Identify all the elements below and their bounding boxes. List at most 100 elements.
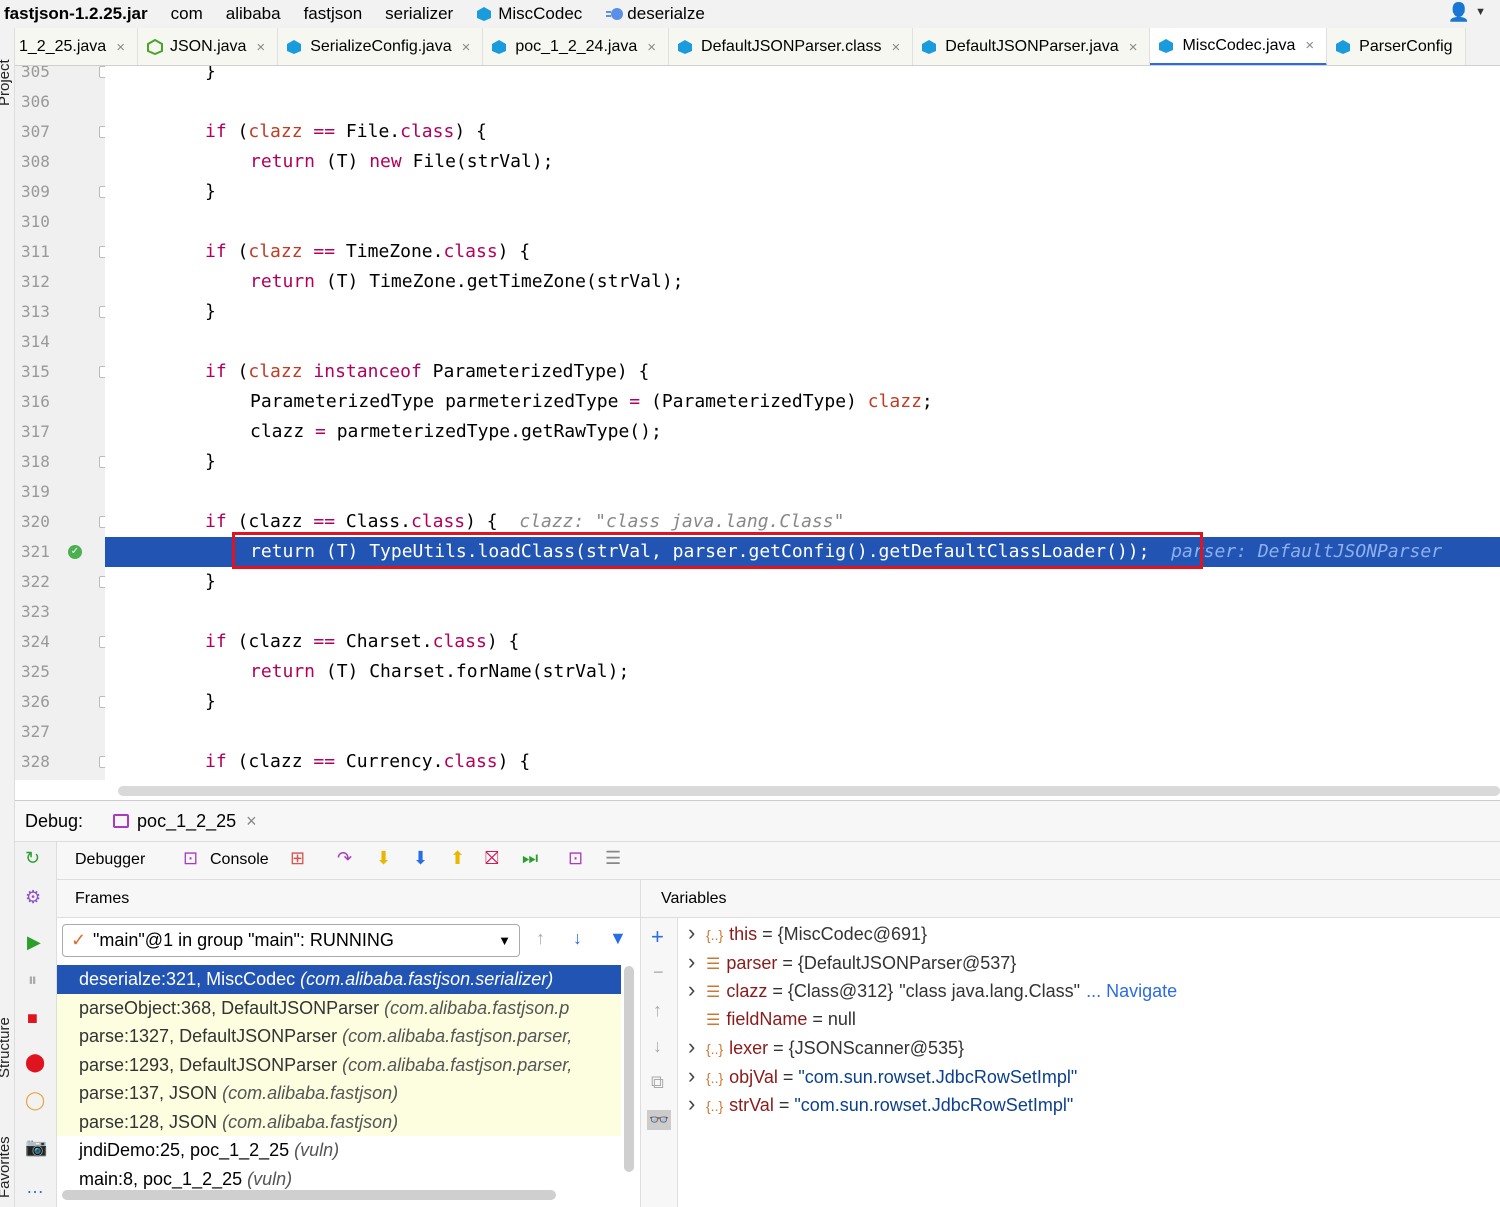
variable-row-strval[interactable]: › {..} strVal = "com.sun.rowset.JdbcRowSet… (688, 1090, 1073, 1119)
close-icon[interactable]: × (647, 39, 656, 56)
stack-frame[interactable]: parse:128, JSON (com.alibaba.fastjson) (57, 1107, 621, 1136)
line-number[interactable]: 320 (21, 507, 61, 537)
tab-misccodec[interactable]: MiscCodec.java × (1150, 28, 1328, 65)
gear-icon[interactable]: ⚙ (25, 887, 41, 908)
stop-icon[interactable]: ■ (27, 1008, 38, 1029)
line-number[interactable]: 306 (21, 87, 61, 117)
resume-icon[interactable]: ▶ (27, 932, 41, 953)
frame-down-icon[interactable]: ↓ (573, 928, 582, 949)
line-number[interactable]: 308 (21, 147, 61, 177)
glasses-icon[interactable]: 👓 (647, 1110, 671, 1130)
layout-icon[interactable]: ⊞ (290, 848, 305, 869)
line-number[interactable]: 312 (21, 267, 61, 297)
tab-parserconfig[interactable]: ParserConfig (1327, 28, 1466, 65)
copy-icon[interactable]: ⧉ (651, 1072, 664, 1093)
expand-arrow-icon[interactable]: › (688, 948, 706, 977)
line-number[interactable]: 317 (21, 417, 61, 447)
variable-row-clazz[interactable]: › ☰ clazz = {Class@312} "class java.lang.Cl… (688, 976, 1177, 1005)
close-icon[interactable]: × (256, 39, 265, 56)
stack-frame[interactable]: deserialze:321, MiscCodec (com.alibaba.f… (57, 965, 621, 994)
line-number[interactable]: 321 (21, 537, 61, 567)
remove-watch-icon[interactable]: − (653, 962, 664, 983)
variable-row-parser[interactable]: › ☰ parser = {DefaultJSONParser@537} (688, 948, 1016, 977)
line-number[interactable]: 329 (21, 777, 61, 780)
breakpoint-check-icon[interactable]: ✓ (68, 545, 82, 559)
variable-row-this[interactable]: › {..} this = {MiscCodec@691} (688, 919, 927, 948)
breadcrumb-serializer[interactable]: serializer (385, 4, 453, 24)
expand-arrow-icon[interactable]: › (688, 919, 706, 948)
camera-icon[interactable]: 📷 (25, 1137, 47, 1158)
line-number[interactable]: 325 (21, 657, 61, 687)
line-number[interactable]: 328 (21, 747, 61, 777)
breadcrumb-method[interactable]: deserialze (605, 4, 705, 24)
tab-1-2-25[interactable]: 1_2_25.java × (15, 28, 138, 65)
user-icon[interactable]: 👤 (1448, 2, 1470, 23)
rerun-icon[interactable]: ↻ (25, 848, 40, 869)
project-tool-label[interactable]: Project (0, 59, 13, 106)
stack-frame[interactable]: main:8, poc_1_2_25 (vuln) (57, 1165, 621, 1194)
tab-json[interactable]: JSON.java × (137, 28, 279, 65)
breadcrumb-alibaba[interactable]: alibaba (226, 4, 281, 24)
code-editor[interactable]: } if (clazz == File.class) { return (T) … (105, 66, 1500, 780)
close-icon[interactable]: × (246, 811, 257, 832)
tab-poc-1-2-24[interactable]: poc_1_2_24.java × (483, 28, 670, 65)
breadcrumb-class[interactable]: MiscCodec (476, 4, 582, 24)
evaluate-icon[interactable]: ⊡ (568, 848, 583, 869)
stack-frame[interactable]: parse:1293, DefaultJSONParser (com.aliba… (57, 1050, 621, 1079)
line-number[interactable]: 319 (21, 477, 61, 507)
tab-defaultjsonparser-java[interactable]: DefaultJSONParser.java × (913, 28, 1151, 65)
line-number[interactable]: 316 (21, 387, 61, 417)
mute-breakpoints-icon[interactable]: ◯ (25, 1090, 45, 1111)
drop-frame-icon[interactable]: ⛝ (485, 848, 499, 869)
tab-debugger[interactable]: Debugger (75, 851, 145, 869)
stack-frame[interactable]: parse:137, JSON (com.alibaba.fastjson) (57, 1079, 621, 1108)
line-number[interactable]: 307 (21, 117, 61, 147)
variable-row-fieldname[interactable]: ☰ fieldName = null (688, 1005, 856, 1034)
close-icon[interactable]: × (116, 39, 125, 56)
line-number[interactable]: 310 (21, 207, 61, 237)
add-watch-icon[interactable]: + (651, 924, 664, 950)
filter-icon[interactable]: ▼ (609, 928, 627, 949)
debug-session-tab[interactable]: poc_1_2_25 × (113, 811, 257, 832)
close-icon[interactable]: × (892, 39, 901, 56)
step-out-icon[interactable]: ⬆ (450, 848, 465, 869)
variable-row-objval[interactable]: › {..} objVal = "com.sun.rowset.JdbcRowSet… (688, 1062, 1077, 1091)
move-down-icon[interactable]: ↓ (653, 1036, 662, 1057)
line-number[interactable]: 311 (21, 237, 61, 267)
line-number[interactable]: 305 (21, 66, 61, 87)
frame-up-icon[interactable]: ↑ (536, 928, 545, 949)
step-over-icon[interactable]: ↷ (337, 848, 352, 869)
breadcrumb-fastjson[interactable]: fastjson (304, 4, 363, 24)
step-into-icon[interactable]: ⬇ (376, 848, 391, 869)
settings-list-icon[interactable]: ☰ (605, 848, 621, 869)
tab-serializeconfig[interactable]: SerializeConfig.java × (278, 28, 484, 65)
tab-defaultjsonparser-class[interactable]: DefaultJSONParser.class × (669, 28, 914, 65)
favorites-tool-label[interactable]: Favorites (0, 1136, 13, 1198)
stack-frame[interactable]: jndiDemo:25, poc_1_2_25 (vuln) (57, 1136, 621, 1165)
expand-arrow-icon[interactable]: › (688, 1090, 706, 1119)
line-number[interactable]: 323 (21, 597, 61, 627)
thread-selector[interactable]: ✓ "main"@1 in group "main": RUNNING ▼ (62, 924, 520, 957)
stack-frame[interactable]: parseObject:368, DefaultJSONParser (com.… (57, 993, 621, 1022)
expand-arrow-icon[interactable]: › (688, 1033, 706, 1062)
close-icon[interactable]: × (1129, 39, 1138, 56)
line-number[interactable]: 324 (21, 627, 61, 657)
line-number[interactable]: 315 (21, 357, 61, 387)
more-icon[interactable]: … (26, 1177, 44, 1198)
variable-row-lexer[interactable]: › {..} lexer = {JSONScanner@535} (688, 1033, 964, 1062)
navigate-link[interactable]: ... Navigate (1086, 981, 1177, 1001)
move-up-icon[interactable]: ↑ (653, 1000, 662, 1021)
breakpoints-icon[interactable]: ⬤ (25, 1052, 45, 1073)
stack-frame[interactable]: parse:1327, DefaultJSONParser (com.aliba… (57, 1022, 621, 1051)
tab-console[interactable]: Console (210, 851, 269, 869)
pause-icon[interactable]: ⏸ (28, 970, 37, 991)
chevron-down-icon[interactable]: ▼ (1475, 6, 1486, 18)
line-number[interactable]: 322 (21, 567, 61, 597)
editor-horizontal-scrollbar[interactable] (118, 786, 1500, 796)
close-icon[interactable]: × (1305, 37, 1314, 54)
expand-arrow-icon[interactable]: › (688, 1062, 706, 1091)
line-number[interactable]: 314 (21, 327, 61, 357)
breadcrumb-com[interactable]: com (171, 4, 203, 24)
line-number[interactable]: 313 (21, 297, 61, 327)
line-number[interactable]: 318 (21, 447, 61, 477)
